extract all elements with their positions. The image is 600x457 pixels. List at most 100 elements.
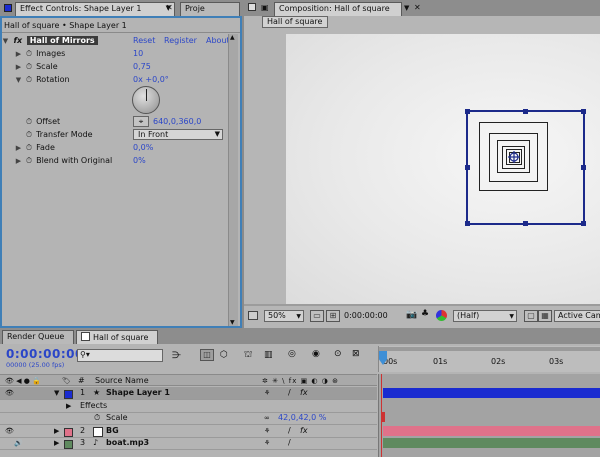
reset-link[interactable]: Reset xyxy=(133,34,155,47)
layer-name[interactable]: BG xyxy=(106,425,119,437)
shy-switch-icon[interactable]: ⚘ xyxy=(264,425,270,437)
time-ruler[interactable]: 00s 01s 02s 03s xyxy=(378,346,600,372)
tab-effect-controls[interactable]: Effect Controls: Shape Layer 1 ▼ xyxy=(15,2,175,16)
timeline-tracks[interactable] xyxy=(378,374,600,457)
layer-row[interactable]: 👁 ▼ 1 ★ Shape Layer 1 ⚘ / fx xyxy=(0,387,377,400)
layer-row[interactable]: 🔊 ▶ 3 ♪ boat.mp3 ⚘ / xyxy=(0,437,377,450)
stopwatch-icon[interactable]: ⏱ xyxy=(25,128,34,141)
grid-icon[interactable]: ⊞ xyxy=(326,310,340,322)
quality-switch-icon[interactable]: / xyxy=(288,425,291,437)
stopwatch-icon[interactable]: ⏱ xyxy=(25,141,34,154)
effect-header[interactable]: ▼ fx Hall of Mirrors Reset Register Abou… xyxy=(2,34,237,47)
tab-composition[interactable]: Composition: Hall of square xyxy=(274,2,402,16)
layer-label-color[interactable] xyxy=(64,440,73,449)
channel-rgb-icon[interactable] xyxy=(436,310,447,321)
motion-blur-icon[interactable]: ◎ xyxy=(288,349,296,359)
panel-menu-icon[interactable]: ▣ xyxy=(261,3,269,12)
shy-switch-icon[interactable]: ⚘ xyxy=(264,437,270,449)
draft-3d-icon[interactable]: ⬡ xyxy=(220,350,228,360)
show-snapshot-icon[interactable]: ♣ xyxy=(421,309,429,319)
brainstorm-icon[interactable]: ◉ xyxy=(312,349,320,359)
work-area-bar[interactable] xyxy=(379,347,600,351)
constrain-proportions-icon[interactable]: ∞ xyxy=(264,412,270,424)
hall-of-mirrors-squares[interactable] xyxy=(286,34,600,304)
images-value[interactable]: 10 xyxy=(133,47,143,60)
layer-name[interactable]: boat.mp3 xyxy=(106,437,149,449)
composition-name-tag[interactable]: Hall of square xyxy=(262,16,328,28)
visibility-eye-icon[interactable]: 👁 xyxy=(5,425,14,437)
scale-value[interactable]: 42,0,42,0 % xyxy=(278,412,326,424)
snapshot-icon[interactable]: 📷 xyxy=(406,310,417,320)
effect-controls-scrollbar[interactable]: ▲ ▼ xyxy=(228,34,238,326)
effect-controls-tabbar: Effect Controls: Shape Layer 1 ▼ ✕ Proje xyxy=(0,0,242,16)
visibility-eye-icon[interactable]: 👁 xyxy=(5,387,14,399)
quality-switch-icon[interactable]: / xyxy=(288,387,291,399)
expand-triangle-icon[interactable]: ▶ xyxy=(15,155,22,168)
stopwatch-icon[interactable]: ⏱ xyxy=(94,412,100,424)
shy-switch-icon[interactable]: ⚘ xyxy=(264,387,270,399)
tab-close-icon[interactable]: ✕ xyxy=(414,3,421,12)
region-of-interest-icon[interactable]: ▢ xyxy=(524,310,538,322)
live-update-icon[interactable]: ◫ xyxy=(200,349,214,361)
stopwatch-icon[interactable]: ⏱ xyxy=(25,73,34,86)
layer-bar-audio[interactable] xyxy=(383,438,600,448)
effect-name[interactable]: Hall of Mirrors xyxy=(26,36,98,45)
audio-speaker-icon[interactable]: 🔊 xyxy=(14,437,23,449)
layer-bar-shape[interactable] xyxy=(383,388,600,398)
tab-close-icon[interactable]: ✕ xyxy=(166,3,173,12)
auto-keyframe-icon[interactable]: ⊙ xyxy=(334,349,342,359)
current-time-indicator[interactable] xyxy=(381,374,382,457)
stopwatch-icon[interactable]: ⏱ xyxy=(25,115,34,128)
scroll-down-icon[interactable]: ▼ xyxy=(230,319,235,326)
crosshair-point-icon[interactable]: ⌖ xyxy=(133,116,149,127)
layer-search-input[interactable]: ⚲▾ xyxy=(77,349,163,362)
safe-zones-icon[interactable]: ▭ xyxy=(310,310,324,322)
stopwatch-icon[interactable]: ⏱ xyxy=(25,60,34,73)
scroll-up-icon[interactable]: ▲ xyxy=(230,34,235,41)
scale-property-row[interactable]: ⏱ Scale ∞ 42,0,42,0 % xyxy=(0,412,377,425)
tab-project[interactable]: Proje xyxy=(180,2,240,16)
transfer-mode-select[interactable]: In Front ▼ xyxy=(133,129,223,140)
expand-triangle-icon[interactable]: ▼ xyxy=(15,74,22,87)
timecode-display[interactable]: 0:00:00:00 xyxy=(344,310,404,322)
scale-value[interactable]: 0,75 xyxy=(133,60,151,73)
layer-label-color[interactable] xyxy=(64,428,73,437)
rotation-dial[interactable] xyxy=(132,86,160,114)
quality-switch-icon[interactable]: / xyxy=(288,437,291,449)
tab-render-queue[interactable]: Render Queue xyxy=(2,330,74,344)
timeline-timecode[interactable]: 0:00:00:00 xyxy=(6,347,84,361)
fx-icon[interactable]: fx xyxy=(14,36,23,45)
composition-viewer[interactable] xyxy=(286,34,600,304)
resolution-select[interactable]: (Half) ▼ xyxy=(453,310,517,322)
hide-shy-layers-icon[interactable]: ⛫ xyxy=(244,350,252,361)
stopwatch-icon[interactable]: ⏱ xyxy=(25,47,34,60)
always-preview-icon[interactable] xyxy=(248,311,258,320)
frame-blending-icon[interactable]: ▥ xyxy=(264,350,273,360)
expand-triangle-icon[interactable]: ▶ xyxy=(54,437,59,449)
offset-value[interactable]: 640,0,360,0 xyxy=(153,115,201,128)
expand-triangle-icon[interactable]: ▼ xyxy=(54,387,59,399)
layer-label-color[interactable] xyxy=(64,390,73,399)
tab-timeline-comp[interactable]: Hall of square xyxy=(76,330,158,344)
stopwatch-icon[interactable]: ⏱ xyxy=(25,154,34,167)
fx-switch-icon[interactable]: fx xyxy=(300,387,308,399)
graph-editor-icon[interactable]: ⊠ xyxy=(352,349,360,359)
layer-bar-bg[interactable] xyxy=(383,426,600,436)
fade-value[interactable]: 0,0% xyxy=(133,141,153,154)
fx-switch-icon[interactable]: fx xyxy=(300,425,308,437)
blend-value[interactable]: 0% xyxy=(133,154,146,167)
expand-triangle-icon[interactable]: ▶ xyxy=(54,425,59,437)
scale-label: Scale xyxy=(106,413,128,422)
transparency-grid-icon[interactable]: ▦ xyxy=(538,310,552,322)
lock-icon[interactable] xyxy=(248,3,256,11)
column-source-name[interactable]: Source Name xyxy=(95,375,149,387)
composition-mini-flowchart-icon[interactable]: ⋺ xyxy=(172,351,181,361)
register-link[interactable]: Register xyxy=(164,34,197,47)
layer-name[interactable]: Shape Layer 1 xyxy=(106,387,170,399)
rotation-value[interactable]: 0x +0,0° xyxy=(133,73,169,86)
zoom-select[interactable]: 50% ▼ xyxy=(264,310,304,322)
expand-triangle-icon[interactable]: ▶ xyxy=(66,400,71,412)
camera-select[interactable]: Active Came xyxy=(554,310,600,322)
property-label: Fade xyxy=(36,143,55,152)
tab-dropdown-chevron-icon[interactable]: ▼ xyxy=(404,4,409,12)
